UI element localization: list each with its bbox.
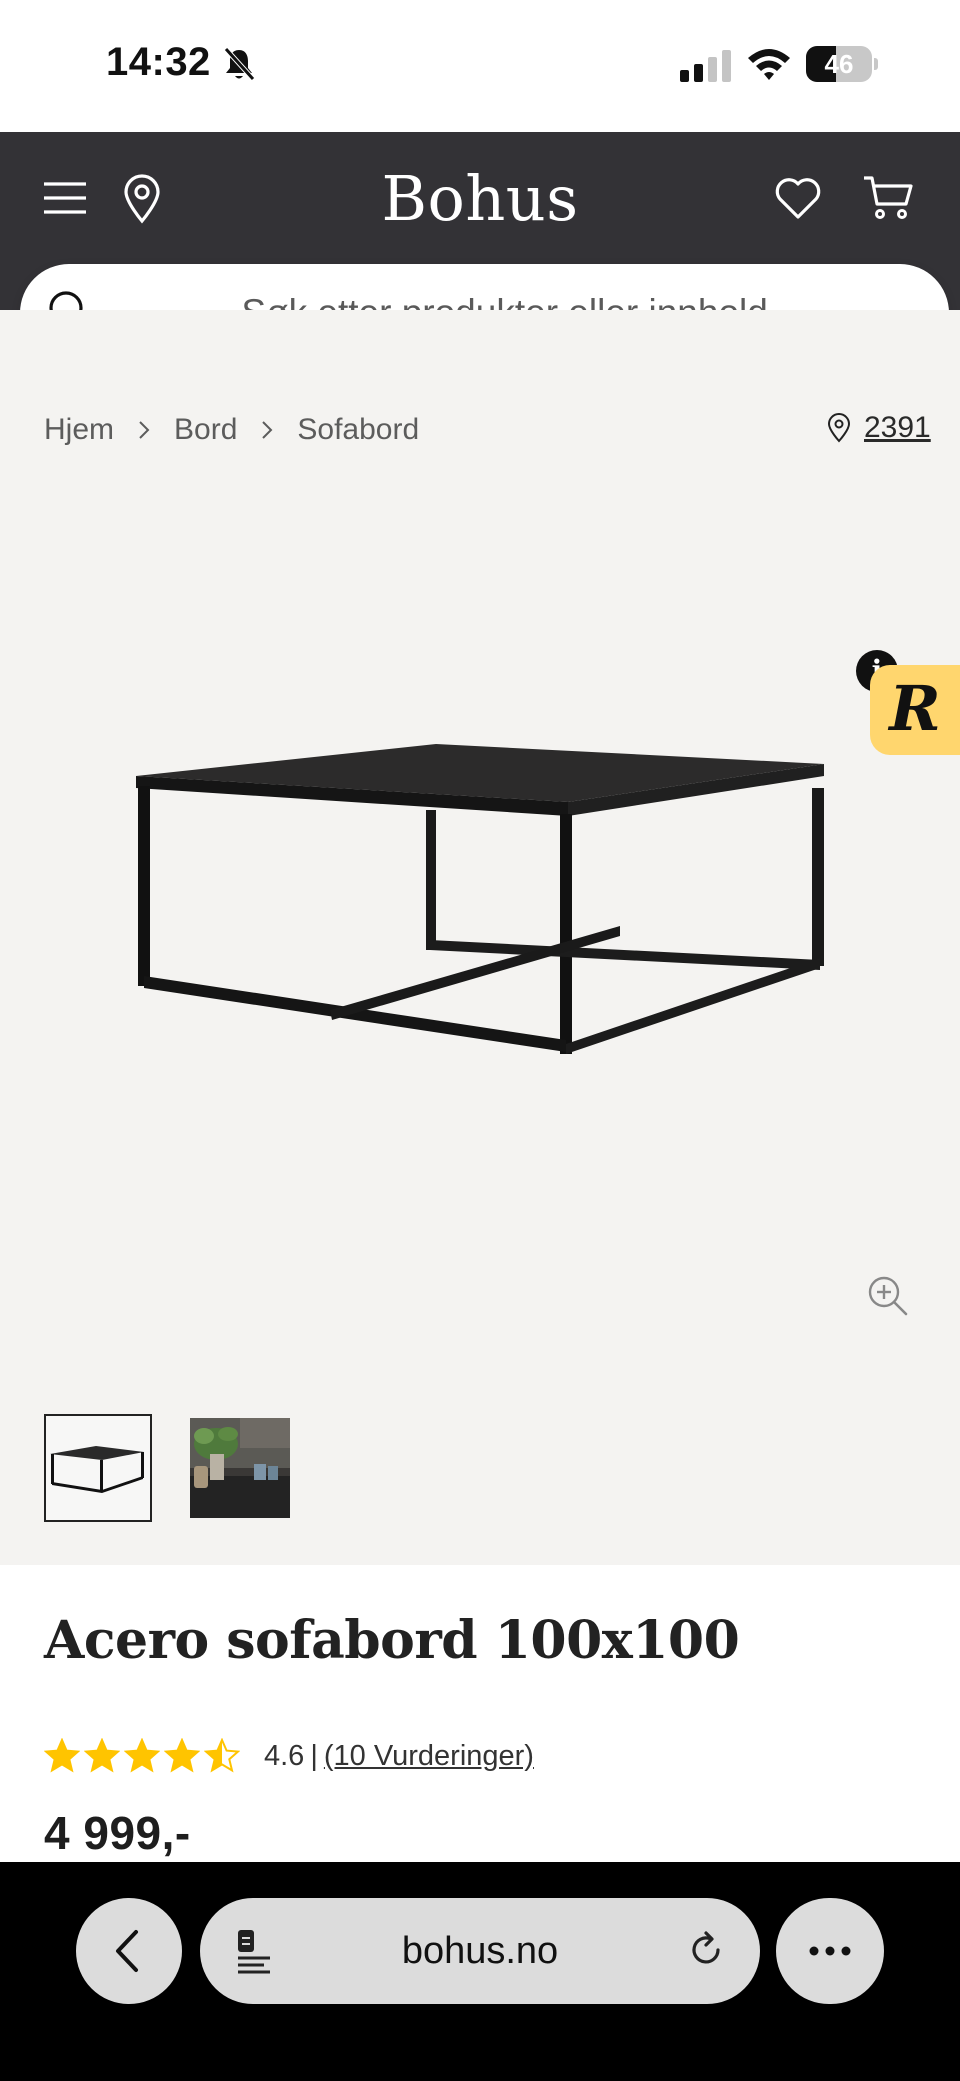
thumbnail-1[interactable] — [44, 1414, 152, 1522]
chevron-right-icon — [114, 413, 174, 447]
browser-toolbar: bohus.no — [0, 1862, 960, 2081]
zoom-in-icon[interactable] — [866, 1274, 910, 1318]
thumbnail-table-image — [50, 1446, 144, 1493]
store-selector[interactable]: 2391 — [826, 408, 931, 448]
rating-stars — [44, 1738, 244, 1774]
more-options-button[interactable] — [776, 1898, 884, 2004]
breadcrumb-sofabord[interactable]: Sofabord — [297, 413, 419, 447]
reviews-link[interactable]: (10 Vurderinger) — [324, 1740, 534, 1773]
status-bar: 14:32 46 — [0, 0, 960, 132]
star-full-icon — [44, 1738, 80, 1773]
wifi-icon — [748, 49, 790, 80]
wishlist-heart-icon[interactable] — [774, 176, 822, 220]
breadcrumb-home[interactable]: Hjem — [44, 413, 114, 447]
status-time: 14:32 — [106, 40, 211, 84]
battery-level: 46 — [824, 49, 854, 79]
thumbnail-2[interactable] — [190, 1418, 290, 1518]
product-price: 4 999,- — [44, 1807, 191, 1859]
review-badge[interactable]: R — [870, 665, 960, 755]
shopping-cart-icon[interactable] — [862, 174, 914, 222]
reload-icon[interactable] — [686, 1930, 726, 1970]
chevron-left-icon — [116, 1930, 138, 1972]
rating-value: 4.6 — [264, 1739, 305, 1772]
location-pin-icon — [827, 413, 851, 443]
product-gallery: Hjem Bord Sofabord 2391 i — [0, 310, 960, 1565]
star-full-icon — [84, 1738, 120, 1773]
breadcrumb: Hjem Bord Sofabord — [44, 410, 419, 450]
review-badge-letter: R — [889, 672, 941, 745]
rating-separator: | — [310, 1739, 318, 1772]
star-half-icon — [204, 1738, 240, 1773]
product-title: Acero sofabord 100x100 — [44, 1610, 740, 1671]
store-code[interactable]: 2391 — [864, 411, 931, 445]
star-full-icon — [124, 1738, 160, 1773]
url-text[interactable]: bohus.no — [350, 1898, 610, 2004]
breadcrumb-bord[interactable]: Bord — [174, 413, 237, 447]
silent-bell-icon — [224, 47, 255, 81]
back-button[interactable] — [76, 1898, 182, 2004]
thumbnail-lifestyle-image — [190, 1418, 290, 1518]
cellular-signal-icon — [680, 50, 731, 82]
chevron-right-icon — [237, 413, 297, 447]
menu-icon[interactable] — [42, 178, 88, 218]
more-dots-icon — [809, 1946, 851, 1956]
store-location-icon[interactable] — [120, 174, 164, 224]
reader-mode-icon[interactable] — [234, 1928, 274, 1976]
star-full-icon — [164, 1738, 200, 1773]
product-image-coffee-table[interactable] — [120, 740, 840, 1140]
address-bar[interactable]: bohus.no — [200, 1898, 760, 2004]
product-rating: 4.6 | (10 Vurderinger) — [44, 1736, 534, 1776]
bohus-logo[interactable]: Bohus — [330, 162, 630, 235]
battery-icon: 46 — [806, 46, 878, 82]
